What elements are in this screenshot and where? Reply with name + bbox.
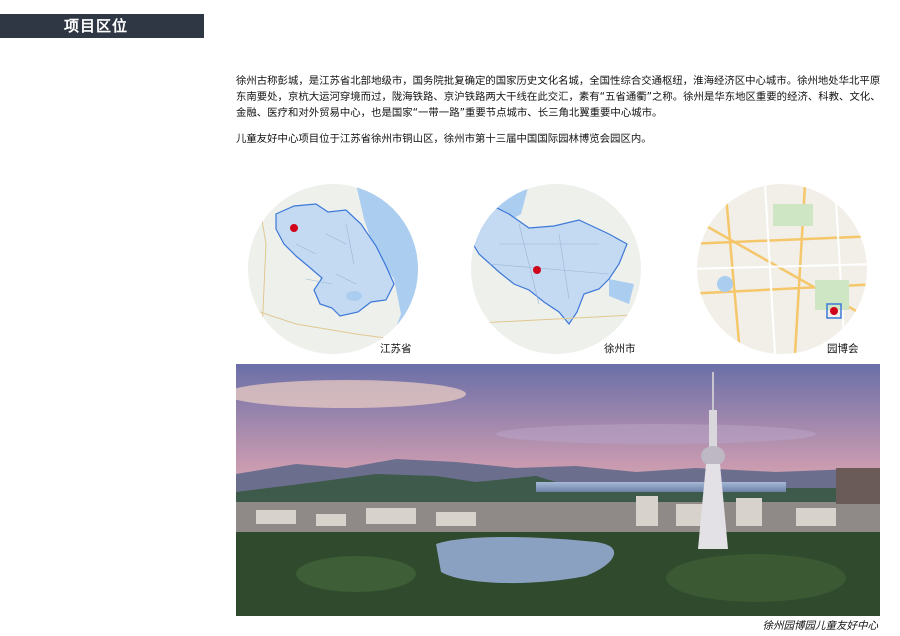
photo-caption: 徐州园博园儿童友好中心 [762,620,879,632]
map-label-jiangsu: 江苏省 [380,343,412,355]
intro-text: 徐州古称彭城，是江苏省北部地级市，国务院批复确定的国家历史文化名城，全国性综合交… [236,73,886,147]
aerial-photo [236,364,880,616]
map-xuzhou: 徐州市 [459,184,653,355]
location-marker-icon [533,266,541,274]
map-label-garden-expo: 园博会 [827,343,859,355]
section-header: 项目区位 [0,14,204,38]
intro-paragraph-2: 儿童友好中心项目位于江苏省徐州市铜山区，徐州市第十三届中国国际园林博览会园区内。 [236,133,652,145]
intro-paragraph-1: 徐州古称彭城，是江苏省北部地级市，国务院批复确定的国家历史文化名城，全国性综合交… [236,75,881,119]
map-jiangsu: 江苏省 [236,184,430,355]
location-marker-icon [290,224,298,232]
section-title: 项目区位 [64,17,129,35]
map-label-xuzhou: 徐州市 [604,343,636,355]
map-garden-expo: 园博会 [685,184,879,355]
location-marker-icon [830,307,838,315]
